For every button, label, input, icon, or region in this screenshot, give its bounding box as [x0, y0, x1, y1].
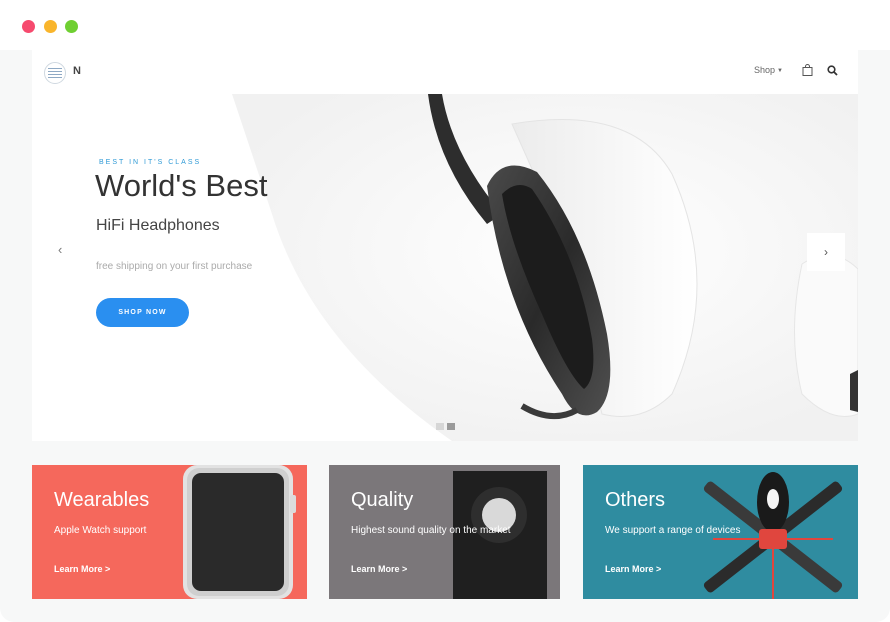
slider-pagination [436, 423, 455, 430]
logo-text[interactable]: N [73, 65, 81, 77]
slide-dot-2[interactable] [447, 423, 455, 430]
shop-now-button[interactable]: SHOP NOW [96, 298, 189, 327]
slide-dot-1[interactable] [436, 423, 444, 430]
next-slide-button[interactable]: › [807, 233, 845, 271]
card-description: Apple Watch support [54, 525, 147, 536]
category-card-quality[interactable]: Quality Highest sound quality on the mar… [329, 465, 560, 599]
top-navbar: N Shop ▼ [32, 50, 858, 94]
chevron-left-icon[interactable]: ‹ [58, 242, 62, 257]
learn-more-link[interactable]: Learn More > [54, 564, 110, 574]
logo-icon[interactable] [44, 62, 66, 84]
hero-kicker: BEST IN IT'S CLASS [99, 159, 202, 166]
card-title: Others [605, 489, 666, 511]
chevron-right-icon: › [824, 245, 828, 259]
card-description: We support a range of devices [605, 525, 741, 536]
card-title: Quality [351, 489, 414, 511]
hero-note: free shipping on your first purchase [96, 261, 253, 272]
category-card-wearables[interactable]: Wearables Apple Watch support Learn More… [32, 465, 307, 599]
search-icon[interactable] [827, 65, 838, 76]
app-window: N Shop ▼ BEST IN IT'S CLASS World's Best… [0, 0, 890, 622]
window-titlebar [0, 0, 890, 50]
hero-title: World's Best [95, 168, 268, 203]
category-card-others[interactable]: Others We support a range of devices Lea… [583, 465, 858, 599]
maximize-window-button[interactable] [65, 20, 78, 33]
learn-more-link[interactable]: Learn More > [351, 564, 407, 574]
close-window-button[interactable] [22, 20, 35, 33]
card-description: Highest sound quality on the market [351, 525, 511, 536]
card-title: Wearables [54, 489, 150, 511]
bag-icon[interactable] [802, 64, 813, 76]
learn-more-link[interactable]: Learn More > [605, 564, 661, 574]
nav-shop-menu[interactable]: Shop ▼ [754, 65, 783, 75]
caret-down-icon: ▼ [777, 68, 783, 74]
hero-slider: BEST IN IT'S CLASS World's Best HiFi Hea… [32, 94, 858, 441]
storefront-page: N Shop ▼ BEST IN IT'S CLASS World's Best… [0, 50, 890, 622]
nav-shop-label: Shop [754, 65, 776, 75]
hero-subtitle: HiFi Headphones [96, 217, 220, 234]
minimize-window-button[interactable] [44, 20, 57, 33]
